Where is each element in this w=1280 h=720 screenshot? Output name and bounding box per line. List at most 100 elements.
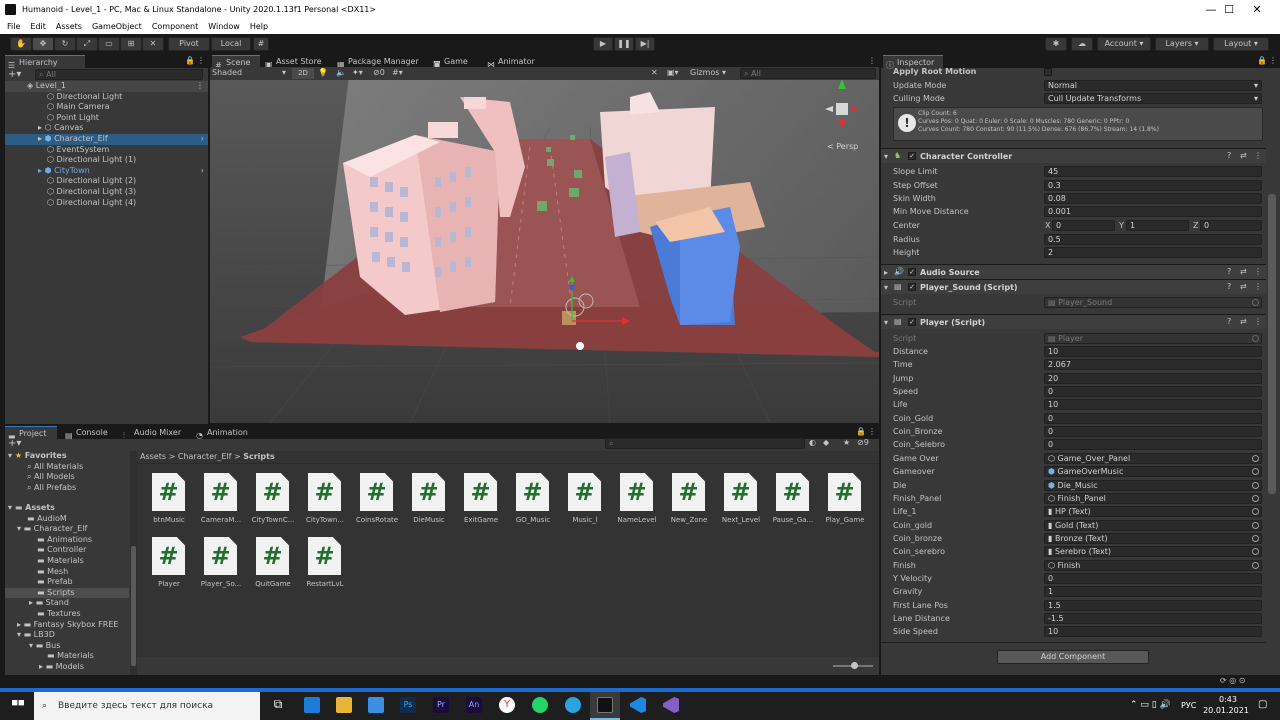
list-item[interactable]: ▬ Materials [37, 556, 84, 567]
foldout-arrow-icon[interactable]: ▾ [884, 152, 888, 161]
list-item[interactable]: ⌕ All Models [27, 472, 75, 483]
local-toggle[interactable]: Local [211, 37, 251, 51]
slope-limit-field[interactable]: 45 [1044, 166, 1262, 177]
component-enabled-checkbox[interactable]: ✓ [908, 268, 916, 276]
list-item[interactable]: ⬡ Point Light [47, 113, 99, 124]
clock-time[interactable]: 0:43 [1208, 695, 1248, 704]
distance-field[interactable]: 10 [1044, 346, 1262, 357]
list-item[interactable]: ▸ ▬ Fantasy Skybox FREE [17, 620, 118, 631]
script-asset[interactable]: # New_Zone [663, 473, 715, 533]
script-asset[interactable]: # NameLevel [611, 473, 663, 533]
script-asset[interactable]: # btnMusic [143, 473, 195, 533]
play-button[interactable]: ▶ [593, 37, 613, 51]
filter-type-icon[interactable]: ◐ [809, 438, 816, 447]
coin-gold-field[interactable]: 0 [1044, 413, 1262, 424]
telegram-icon[interactable] [565, 697, 581, 713]
project-menu-icon[interactable]: ⋮ [868, 427, 876, 436]
presets-icon[interactable]: ⇄ [1240, 267, 1247, 276]
script-asset[interactable]: # CoinsRotate [351, 473, 403, 533]
menu-gameobject[interactable]: GameObject [89, 20, 145, 34]
foldout-arrow-icon[interactable]: ▸ [884, 268, 888, 277]
gameover-ref-field[interactable]: ⬢ GameOverMusic [1044, 466, 1262, 477]
gizmos-dropdown[interactable]: Gizmos ▾ [690, 68, 726, 77]
scale-tool-icon[interactable]: ⤢ [76, 37, 98, 51]
script-asset[interactable]: # Next_Level [715, 473, 767, 533]
file-explorer-icon[interactable] [336, 697, 352, 713]
finish-ref-field[interactable]: ⬡ Finish [1044, 560, 1262, 571]
list-item[interactable]: ▸ ⬡ Canvas [38, 123, 83, 134]
breadcrumb-scripts[interactable]: Scripts [243, 452, 275, 461]
close-button[interactable]: ✕ [1234, 0, 1280, 20]
list-item[interactable]: ▸ ▬ Stand [29, 598, 69, 609]
component-enabled-checkbox[interactable]: ✓ [908, 283, 916, 291]
rect-tool-icon[interactable]: ▭ [98, 37, 120, 51]
character-controller-header[interactable]: ▾ ♞ ✓ Character Controller ? ⇄ ⋮ [881, 148, 1266, 163]
windows-start-icon[interactable] [12, 700, 24, 706]
step-button[interactable]: ▶| [635, 37, 655, 51]
script-asset[interactable]: # Play_Game [819, 473, 871, 533]
object-picker-icon[interactable] [1252, 562, 1259, 569]
expand-arrow-icon[interactable]: ▸ [38, 134, 42, 143]
premiere-icon[interactable]: Pr [433, 697, 449, 713]
script-asset[interactable]: # CityTown... [299, 473, 351, 533]
object-picker-icon[interactable] [1252, 455, 1259, 462]
script-asset[interactable]: # DieMusic [403, 473, 455, 533]
lighting-toggle-icon[interactable]: 💡 [318, 68, 328, 77]
component-enabled-checkbox[interactable]: ✓ [908, 318, 916, 326]
object-picker-icon[interactable] [1252, 548, 1259, 555]
audio-toggle-icon[interactable]: 🔈 [336, 68, 346, 77]
persp-label[interactable]: < Persp [827, 142, 858, 151]
culling-mode-dropdown[interactable]: Cull Update Transforms ▾ [1044, 93, 1262, 104]
menu-help[interactable]: Help [247, 20, 271, 34]
cloud-icon[interactable]: ☁ [1071, 37, 1093, 51]
apply-root-motion-checkbox[interactable] [1044, 68, 1052, 76]
tab-audio-mixer[interactable]: ⫶ Audio Mixer [120, 426, 186, 440]
list-item[interactable]: ⬡ Main Camera [47, 102, 110, 113]
lock-icon[interactable]: 🔒 [185, 56, 195, 65]
vscode-icon[interactable] [630, 697, 646, 713]
presets-icon[interactable]: ⇄ [1240, 282, 1247, 291]
layout-dropdown[interactable]: Layout ▾ [1213, 37, 1269, 51]
life-field[interactable]: 10 [1044, 399, 1262, 410]
hidden-packages-badge[interactable]: ⊘9 [857, 438, 869, 447]
inspector-scrollbar[interactable] [1268, 194, 1276, 494]
menu-file[interactable]: File [4, 20, 23, 34]
open-prefab-icon[interactable]: › [201, 134, 204, 145]
hidden-objects-icon[interactable]: ⊘0 [373, 68, 385, 77]
gravity-field[interactable]: 1 [1044, 586, 1262, 597]
center-x-field[interactable]: 0 [1052, 220, 1115, 231]
component-menu-icon[interactable]: ⋮ [1254, 267, 1262, 276]
script-asset[interactable]: # Pause_Ga... [767, 473, 819, 533]
audio-source-header[interactable]: ▸ 🔊 ✓ Audio Source ? ⇄ ⋮ [881, 264, 1266, 279]
skin-width-field[interactable]: 0.08 [1044, 193, 1262, 204]
list-item[interactable]: ⬡ EventSystem [47, 145, 109, 156]
breadcrumb-character-elf[interactable]: Character_Elf [178, 452, 232, 461]
list-item[interactable]: ▾ ▬ Bus [29, 641, 60, 652]
favorite-icon[interactable]: ★ [843, 438, 850, 447]
expand-arrow-icon[interactable]: ▸ [38, 166, 42, 175]
list-item[interactable]: ⬡ Directional Light [47, 92, 122, 103]
folder-tree-scrollbar[interactable] [130, 451, 137, 675]
tab-animation[interactable]: ◔ Animation [193, 426, 249, 440]
scene-viewport[interactable]: < Persp [210, 67, 879, 423]
menu-window[interactable]: Window [205, 20, 243, 34]
list-item[interactable]: ▸ ▬ Models [39, 662, 84, 673]
script-asset[interactable]: # QuitGame [247, 537, 299, 597]
life1-ref-field[interactable]: ▮ HP (Text) [1044, 506, 1262, 517]
account-dropdown[interactable]: Account ▾ [1097, 37, 1151, 51]
scene-panel-menu-icon[interactable]: ⋮ [868, 56, 876, 65]
menu-assets[interactable]: Assets [53, 20, 85, 34]
favorites-row[interactable]: ▾ ★ Favorites [8, 451, 67, 462]
breadcrumb-assets[interactable]: Assets [140, 452, 166, 461]
open-prefab-icon[interactable]: › [201, 166, 204, 177]
component-menu-icon[interactable]: ⋮ [1254, 282, 1262, 291]
coin-gold-ref-field[interactable]: ▮ Gold (Text) [1044, 520, 1262, 531]
list-item[interactable]: ⬡ Directional Light (4) [47, 198, 136, 209]
scene-search-input[interactable]: ⌕ All [740, 68, 876, 79]
list-item[interactable]: ▬ Materials [47, 651, 94, 662]
center-z-field[interactable]: 0 [1200, 220, 1262, 231]
animate-icon[interactable]: An [466, 697, 482, 713]
project-lock-icon[interactable]: 🔒 [856, 427, 866, 436]
script-asset[interactable]: # CameraM... [195, 473, 247, 533]
jump-field[interactable]: 20 [1044, 373, 1262, 384]
